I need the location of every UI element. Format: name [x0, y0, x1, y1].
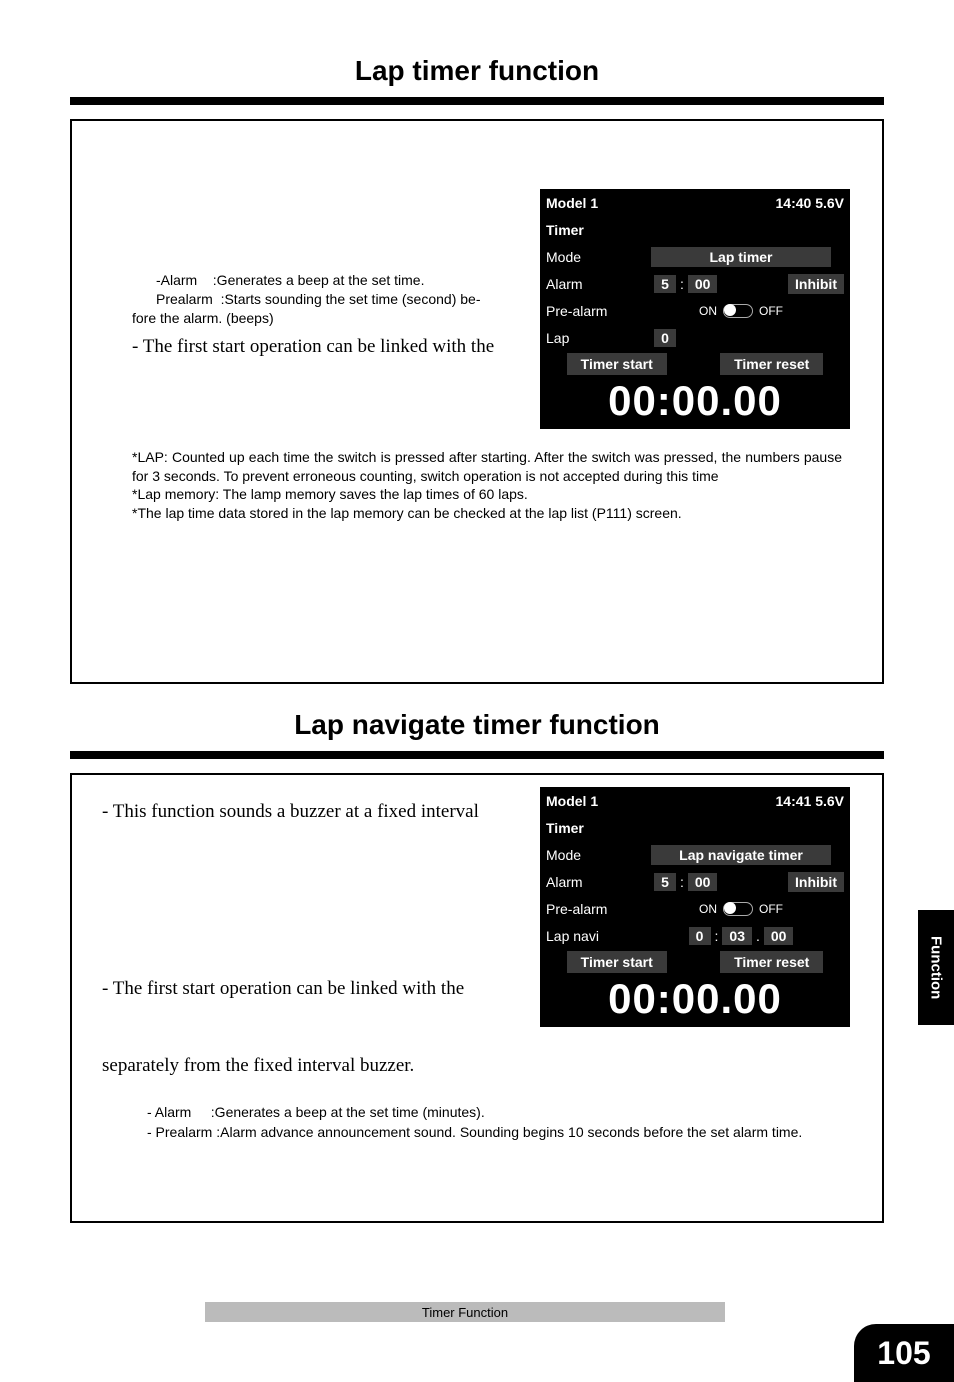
lcd2-mode-value[interactable]: Lap navigate timer [651, 845, 831, 865]
note-prealarm: - Prealarm :Alarm advance announcement s… [147, 1123, 847, 1143]
section-2-box: Model 1 14:41 5.6V Timer Mode Lap naviga… [70, 773, 884, 1223]
alarm-label: -Alarm [156, 272, 197, 288]
note-lap: *LAP: Counted up each time the switch is… [132, 448, 842, 486]
lcd1-alarm-min[interactable]: 5 [654, 275, 676, 293]
lcd1-prealarm-row: Pre-alarm ON OFF [540, 297, 850, 324]
lcd2-toggle-on: ON [699, 902, 717, 916]
lcd1-toggle-on: ON [699, 304, 717, 318]
page-title-1: Lap timer function [0, 55, 954, 87]
note-alarm-label: - Alarm [147, 1104, 191, 1120]
lcd1-mode-row: Mode Lap timer [540, 243, 850, 270]
lcd1-action-row: Timer start Timer reset [540, 351, 850, 377]
lcd2-prealarm-label: Pre-alarm [546, 901, 638, 917]
title-rule-1 [70, 97, 884, 105]
lcd1-time-display: 00:00.00 [540, 377, 850, 429]
prealarm-cont: fore the alarm. (beeps) [132, 309, 532, 328]
lcd1-lap-value[interactable]: 0 [654, 329, 676, 347]
lcd2-mode-row: Mode Lap navigate timer [540, 841, 850, 868]
lcd2-navi-c[interactable]: 00 [764, 927, 794, 945]
section2-notes: - Alarm :Generates a beep at the set tim… [147, 1103, 852, 1142]
lcd2-timer-reset-button[interactable]: Timer reset [720, 951, 823, 973]
lcd-screen-2: Model 1 14:41 5.6V Timer Mode Lap naviga… [540, 787, 850, 1027]
lcd2-time-display: 00:00.00 [540, 975, 850, 1027]
lcd1-alarm-label: Alarm [546, 276, 638, 292]
lcd2-model: Model 1 [546, 793, 598, 809]
lcd2-alarm-label: Alarm [546, 874, 638, 890]
lcd1-toggle-off: OFF [759, 304, 783, 318]
section-1-box: Model 1 14:40 5.6V Timer Mode Lap timer … [70, 119, 884, 684]
lcd1-alarm-sep: : [680, 276, 684, 292]
lcd1-timer-start-button[interactable]: Timer start [567, 353, 667, 375]
lcd1-lap-label: Lap [546, 330, 638, 346]
lcd2-alarm-row: Alarm 5 : 00 Inhibit [540, 868, 850, 895]
lcd1-model: Model 1 [546, 195, 598, 211]
lcd2-mode-label: Mode [546, 847, 638, 863]
lcd-screen-1: Model 1 14:40 5.6V Timer Mode Lap timer … [540, 189, 850, 429]
lcd1-lap-row: Lap 0 [540, 324, 850, 351]
lcd2-navi-sep2: . [756, 928, 760, 944]
lcd2-prealarm-toggle[interactable]: ON OFF [699, 902, 783, 916]
lcd2-alarm-sep: : [680, 874, 684, 890]
lcd2-timer-start-button[interactable]: Timer start [567, 951, 667, 973]
lcd2-screen-title: Timer [540, 814, 850, 841]
toggle-track-icon [723, 304, 753, 318]
lcd1-timer-reset-button[interactable]: Timer reset [720, 353, 823, 375]
section2-body2: - The first start operation can be linke… [102, 978, 522, 1000]
section1-notes: *LAP: Counted up each time the switch is… [132, 448, 842, 524]
lcd2-toggle-off: OFF [759, 902, 783, 916]
prealarm-label: Prealarm [156, 291, 213, 307]
section2-body1: - This function sounds a buzzer at a fix… [102, 801, 522, 823]
title-rule-2 [70, 751, 884, 759]
section1-body1: - The first start operation can be linke… [132, 336, 532, 358]
lcd2-action-row: Timer start Timer reset [540, 949, 850, 975]
side-tab-label: Function [928, 936, 945, 999]
lcd2-lapnavi-label: Lap navi [546, 928, 638, 944]
page-number: 105 [877, 1335, 930, 1372]
alarm-text: :Generates a beep at the set time. [213, 272, 425, 288]
lcd1-mode-value[interactable]: Lap timer [651, 247, 831, 267]
footer-bar: Timer Function [205, 1302, 725, 1322]
prealarm-text: :Starts sounding the set time (second) b… [221, 291, 481, 307]
section1-text: -Alarm :Generates a beep at the set time… [132, 271, 532, 358]
lcd2-prealarm-row: Pre-alarm ON OFF [540, 895, 850, 922]
lcd2-alarm-min[interactable]: 5 [654, 873, 676, 891]
lcd2-status: 14:41 5.6V [776, 793, 845, 809]
lcd2-inhibit[interactable]: Inhibit [788, 872, 844, 892]
lcd1-mode-label: Mode [546, 249, 638, 265]
page-number-tab: 105 [854, 1324, 954, 1382]
lcd2-header: Model 1 14:41 5.6V [540, 787, 850, 814]
lcd1-prealarm-toggle[interactable]: ON OFF [699, 304, 783, 318]
lcd1-inhibit[interactable]: Inhibit [788, 274, 844, 294]
note-laplist: *The lap time data stored in the lap mem… [132, 504, 842, 523]
note-alarm-text: :Generates a beep at the set time (minut… [211, 1104, 485, 1120]
note-lapmem: *Lap memory: The lamp memory saves the l… [132, 485, 842, 504]
lcd2-navi-a[interactable]: 0 [689, 927, 711, 945]
lcd2-navi-b[interactable]: 03 [722, 927, 752, 945]
lcd1-prealarm-label: Pre-alarm [546, 303, 638, 319]
lcd1-screen-title: Timer [540, 216, 850, 243]
lcd1-alarm-sec[interactable]: 00 [688, 275, 718, 293]
section2-text: - This function sounds a buzzer at a fix… [102, 801, 522, 1077]
side-tab-function: Function [918, 910, 954, 1025]
section2-body3: separately from the fixed interval buzze… [102, 1055, 522, 1077]
toggle-track-icon [723, 902, 753, 916]
lcd1-status: 14:40 5.6V [776, 195, 845, 211]
lcd2-navi-sep1: : [715, 928, 719, 944]
lcd1-alarm-row: Alarm 5 : 00 Inhibit [540, 270, 850, 297]
lcd1-header: Model 1 14:40 5.6V [540, 189, 850, 216]
lcd2-alarm-sec[interactable]: 00 [688, 873, 718, 891]
lcd2-lapnavi-row: Lap navi 0 : 03 . 00 [540, 922, 850, 949]
page-title-2: Lap navigate timer function [0, 709, 954, 741]
